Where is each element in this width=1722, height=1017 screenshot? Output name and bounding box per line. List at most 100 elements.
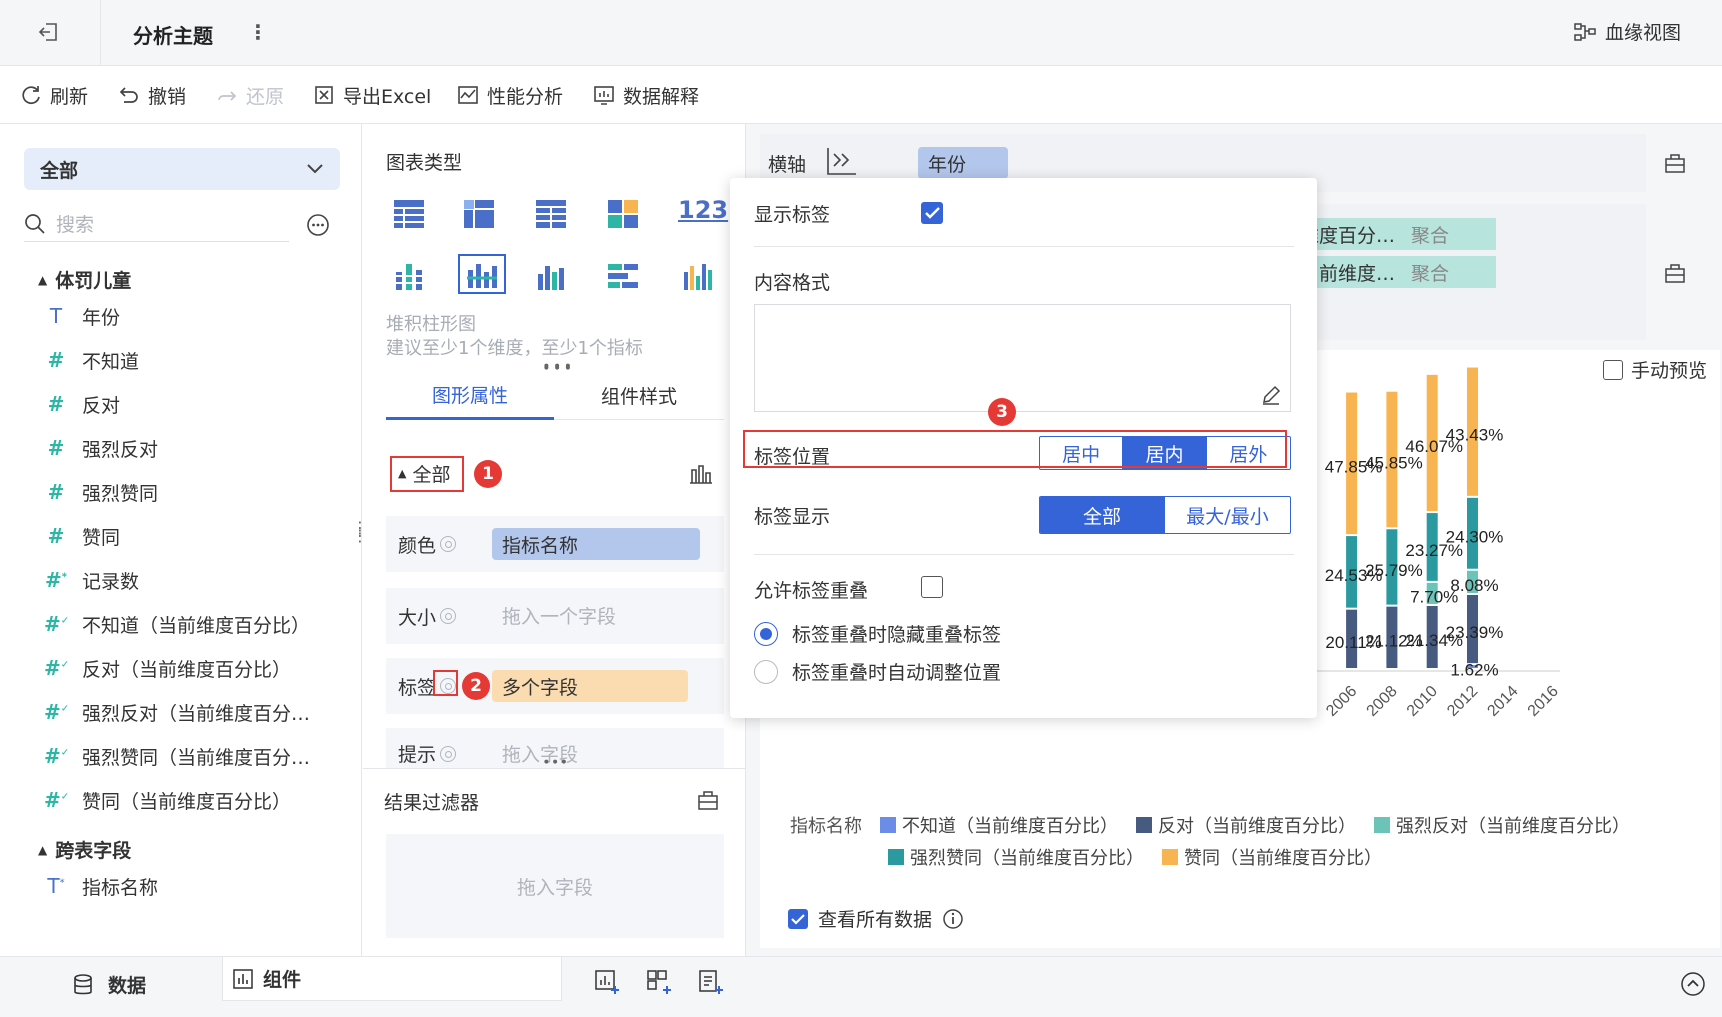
show-label-checkbox[interactable] xyxy=(921,202,943,224)
x-axis-field-value: 年份 xyxy=(928,153,967,176)
view-all-data-toggle[interactable]: 查看所有数据 xyxy=(788,905,964,932)
label-label-text: 标签 xyxy=(398,676,437,699)
field-item[interactable]: #* 记录数 xyxy=(44,560,139,600)
data-label: 43.43% xyxy=(1446,426,1504,445)
scope-dropdown-value: 全部 xyxy=(40,159,79,182)
size-drop-zone[interactable]: 拖入一个字段 xyxy=(502,602,616,629)
gear-icon[interactable] xyxy=(440,608,457,624)
search-placeholder: 搜索 xyxy=(56,214,95,236)
annotation-box-3 xyxy=(743,430,1287,468)
field-label: 强烈赞同 xyxy=(82,482,159,505)
undo-button[interactable]: 撤销 xyxy=(118,66,186,124)
bar-chart-icon[interactable] xyxy=(608,262,638,290)
field-label: 赞同 xyxy=(82,526,121,549)
legend-item[interactable]: 不知道（当前维度百分比） xyxy=(880,812,1118,838)
y-field-pill-2[interactable]: 当前维度… 聚合 xyxy=(1300,256,1496,288)
x-tick-label: 2014 xyxy=(1484,683,1521,720)
database-icon xyxy=(72,973,94,997)
field-item[interactable]: T* 指标名称 xyxy=(44,866,158,906)
add-chart-icon[interactable] xyxy=(594,969,620,995)
tab-component-style[interactable]: 组件样式 xyxy=(554,372,724,420)
axis-settings-icon[interactable] xyxy=(1664,262,1686,284)
field-item[interactable]: T 年份 xyxy=(44,296,120,336)
detail-table-icon[interactable] xyxy=(536,200,566,228)
component-tab[interactable]: 组件 xyxy=(222,957,562,1001)
result-filter-drop-zone[interactable]: 拖入字段 xyxy=(386,834,724,938)
pivot-table-icon[interactable] xyxy=(464,200,494,228)
calc-text-icon: T* xyxy=(47,874,65,898)
chart-type-name: 堆积柱形图 xyxy=(386,314,476,335)
show-label-text: 显示标签 xyxy=(754,204,831,226)
gear-icon[interactable] xyxy=(440,745,457,762)
multi-bar-icon[interactable] xyxy=(682,262,712,290)
redo-button[interactable]: 还原 xyxy=(216,66,284,124)
field-label: 不知道 xyxy=(82,350,140,373)
legend-item[interactable]: 反对（当前维度百分比） xyxy=(1136,812,1356,838)
export-excel-button[interactable]: 导出Excel xyxy=(313,66,431,124)
data-explain-button[interactable]: 数据解释 xyxy=(593,66,699,124)
performance-analysis-button[interactable]: 性能分析 xyxy=(457,66,563,124)
content-format-editor[interactable] xyxy=(754,304,1291,412)
radio-auto-adjust[interactable]: 标签重叠时自动调整位置 xyxy=(754,658,1001,685)
field-item[interactable]: #✓ 反对（当前维度百分比） xyxy=(44,648,291,688)
legend-item[interactable]: 强烈反对（当前维度百分比） xyxy=(1374,812,1630,838)
grouped-bar-icon[interactable] xyxy=(394,262,424,290)
field-item[interactable]: # 反对 xyxy=(44,384,120,424)
legend-item[interactable]: 赞同（当前维度百分比） xyxy=(1162,844,1382,870)
legend-swatch xyxy=(880,817,896,833)
axis-sort-icon[interactable] xyxy=(826,146,858,176)
add-report-icon[interactable] xyxy=(698,969,724,995)
data-tab[interactable]: 数据 xyxy=(72,971,146,998)
tab-graphic-properties[interactable]: 图形属性 xyxy=(386,372,554,420)
y-field-pill-1[interactable]: 维度百分… 聚合 xyxy=(1300,218,1496,250)
more-menu-icon[interactable]: ⋮ xyxy=(248,20,268,44)
field-item[interactable]: #✓ 强烈反对（当前维度百分… xyxy=(44,692,310,732)
divider xyxy=(363,768,746,769)
edit-pencil-icon[interactable] xyxy=(1260,384,1282,406)
add-dashboard-icon[interactable] xyxy=(646,969,672,995)
group-header-1[interactable]: ▲ 体罚儿童 xyxy=(38,266,131,293)
field-item[interactable]: # 赞同 xyxy=(44,516,120,556)
color-field-pill[interactable]: 指标名称 xyxy=(492,528,700,560)
collapse-up-icon[interactable] xyxy=(1680,971,1706,997)
x-axis-field-pill[interactable]: 年份 xyxy=(918,147,1008,179)
field-item[interactable]: #✓ 不知道（当前维度百分比） xyxy=(44,604,310,644)
divider xyxy=(754,554,1294,555)
table-chart-icon[interactable] xyxy=(394,200,424,228)
gear-icon[interactable] xyxy=(440,536,457,552)
legend-item[interactable]: 强烈赞同（当前维度百分比） xyxy=(888,844,1144,870)
field-item[interactable]: #✓ 强烈赞同（当前维度百分… xyxy=(44,736,310,776)
number-card-icon[interactable]: 123 xyxy=(678,196,728,224)
refresh-button[interactable]: 刷新 xyxy=(20,66,88,124)
label-field-pill[interactable]: 多个字段 xyxy=(492,670,688,702)
annotation-badge-1: 1 xyxy=(474,460,502,488)
display-maxmin-option[interactable]: 最大/最小 xyxy=(1165,497,1290,533)
axis-settings-icon[interactable] xyxy=(1664,152,1686,174)
more-options-icon[interactable] xyxy=(306,213,330,237)
display-all-option[interactable]: 全部 xyxy=(1040,497,1165,533)
y-field-agg: 聚合 xyxy=(1411,262,1450,285)
kpi-card-icon[interactable] xyxy=(608,200,638,228)
field-label: 强烈反对 xyxy=(82,438,159,461)
bottom-bar: 数据 组件 xyxy=(0,956,1722,1017)
allow-overlap-checkbox[interactable] xyxy=(921,576,943,598)
radio-hide-overlap[interactable]: 标签重叠时隐藏重叠标签 xyxy=(754,620,1001,647)
legend-swatch xyxy=(1162,849,1178,865)
group-header-2[interactable]: ▲ 跨表字段 xyxy=(38,836,131,863)
field-item[interactable]: # 不知道 xyxy=(44,340,139,380)
field-item[interactable]: # 强烈赞同 xyxy=(44,472,158,512)
chart-options-icon[interactable] xyxy=(690,464,712,484)
lineage-view-button[interactable]: 血缘视图 xyxy=(1573,18,1681,45)
color-label-text: 颜色 xyxy=(398,534,437,557)
info-icon[interactable] xyxy=(942,908,964,930)
search-field[interactable]: 搜索 xyxy=(24,206,289,242)
quick-calc-icon: #✓ xyxy=(44,656,70,680)
field-item[interactable]: #✓ 赞同（当前维度百分比） xyxy=(44,780,291,820)
stacked-bar-icon-selected[interactable] xyxy=(458,254,506,294)
exit-icon[interactable] xyxy=(38,21,60,43)
field-item[interactable]: # 强烈反对 xyxy=(44,428,158,468)
scope-dropdown[interactable]: 全部 xyxy=(24,148,340,190)
filter-settings-icon[interactable] xyxy=(698,790,718,810)
redo-icon xyxy=(216,84,238,106)
column-chart-icon[interactable] xyxy=(536,262,566,290)
